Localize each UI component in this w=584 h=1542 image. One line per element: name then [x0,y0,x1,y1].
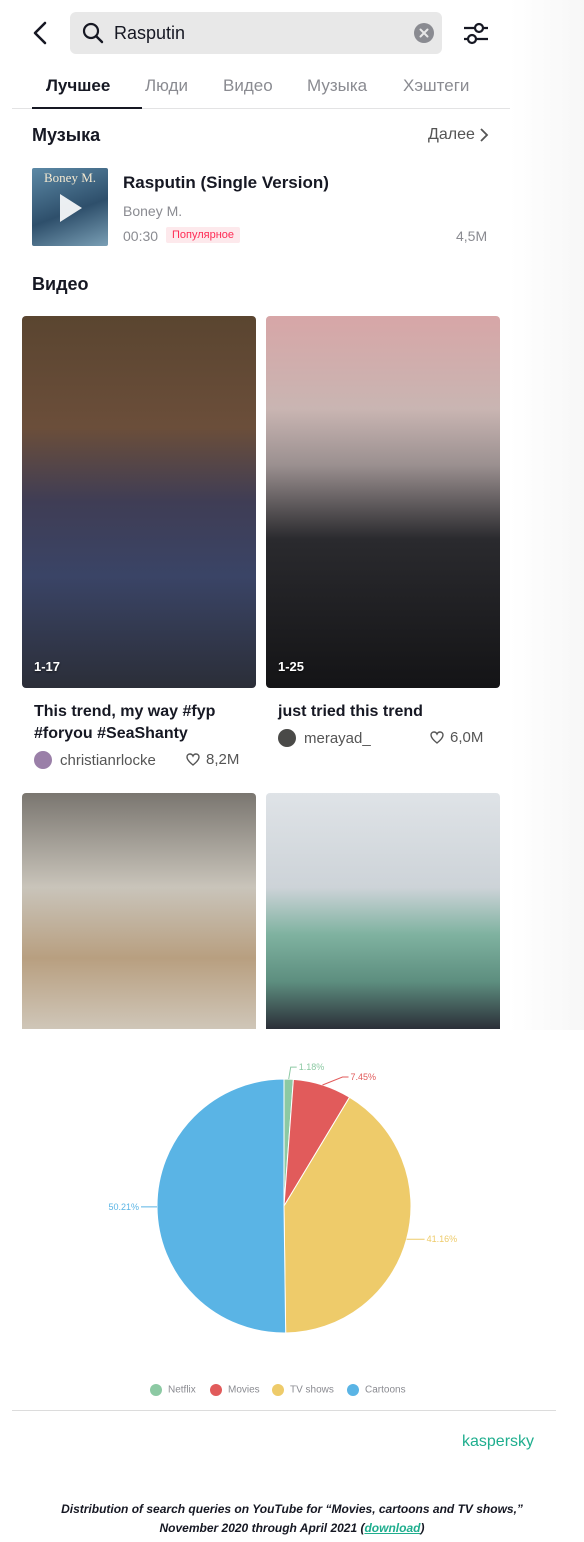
play-icon [60,194,82,222]
video-duration: 1-25 [278,659,305,674]
pie-slice-cartoons [156,1078,287,1334]
legend-label: Cartoons [365,1384,406,1396]
chevron-right-icon [480,128,489,142]
kaspersky-logo: kaspersky [462,1433,535,1450]
leader-line [288,1066,297,1080]
caption-line-1: Distribution of search queries on YouTub… [61,1502,523,1516]
likes-count: 8,2M [206,751,240,768]
data-label: 7.45% [351,1072,377,1082]
search-input[interactable]: Rasputin [114,12,185,54]
song-artist: Boney M. [123,203,183,219]
divider [12,1410,556,1411]
legend-dot [210,1384,222,1396]
screenshot-edge [510,0,584,1030]
chart-legend: Netflix Movies TV shows Cartoons [0,1384,584,1400]
active-tab-indicator [32,107,142,109]
tab-people[interactable]: Люди [145,76,188,96]
heart-icon [186,753,200,766]
video-thumbnail-1[interactable]: 1-17 [22,316,256,688]
close-icon [419,28,429,38]
tab-videos[interactable]: Видео [223,76,273,96]
album-cover-text: Boney M. [44,170,96,185]
avatar[interactable] [34,751,52,769]
legend-dot [347,1384,359,1396]
leader-line [322,1076,349,1086]
clear-search-button[interactable] [414,23,434,43]
avatar[interactable] [278,729,296,747]
video-caption-1-line-2[interactable]: #foryou #SeaShanty [34,723,188,745]
video-likes-1: 8,2M [186,751,239,768]
song-title[interactable]: Rasputin (Single Version) [123,173,329,193]
search-icon [82,22,104,44]
sliders-icon [464,22,488,45]
pie-chart: 1.18% 7.45% 41.16% 50.21% [108,1062,458,1334]
video-author[interactable]: merayad_ [304,730,371,747]
filter-button[interactable] [462,18,490,48]
data-label: 41.16% [427,1234,458,1244]
video-thumbnail-4[interactable] [266,793,500,1029]
caption-line-2-prefix: November 2020 through April 2021 ( [159,1521,365,1535]
video-caption-2[interactable]: just tried this trend [278,701,423,723]
legend-item-movies: Movies [210,1384,260,1396]
chevron-left-icon [33,21,47,45]
music-more-link[interactable]: Далее [428,126,490,144]
music-section-title: Музыка [32,125,101,145]
song-plays: 4,5M [456,228,488,244]
tab-music[interactable]: Музыка [307,76,367,96]
legend-label: TV shows [290,1384,334,1396]
song-duration: 00:30 [123,228,159,244]
popular-badge: Популярное [166,227,241,243]
heart-icon [430,731,444,744]
video-author-row-1: christianrlocke [34,751,156,769]
legend-dot [272,1384,284,1396]
legend-label: Netflix [168,1384,196,1396]
more-label: Далее [428,126,475,143]
legend-item-cartoons: Cartoons [347,1384,406,1396]
search-tabs: Лучшее Люди Видео Музыка Хэштеги [12,64,510,109]
figure-caption: Distribution of search queries on YouTub… [40,1500,544,1538]
video-thumbnail-3[interactable] [22,793,256,1029]
back-button[interactable] [28,18,56,48]
legend-item-netflix: Netflix [150,1384,196,1396]
tab-best[interactable]: Лучшее [46,76,110,96]
tab-hashtags[interactable]: Хэштеги [403,76,469,96]
legend-item-tv-shows: TV shows [272,1384,334,1396]
legend-label: Movies [228,1384,260,1396]
data-label: 50.21% [108,1202,139,1212]
likes-count: 6,0M [450,729,484,746]
caption-line-2-suffix: ) [420,1521,425,1535]
caption-line-2: November 2020 through April 2021 (downlo… [40,1519,544,1538]
video-duration: 1-17 [34,659,61,674]
video-author-row-2: merayad_ [278,729,371,747]
video-caption-1-line-1[interactable]: This trend, my way #fyp [34,701,215,723]
album-cover[interactable]: Boney M. [32,168,108,246]
video-likes-2: 6,0M [430,729,483,746]
video-thumbnail-2[interactable]: 1-25 [266,316,500,688]
search-bar[interactable]: Rasputin [70,12,442,54]
data-label: 1.18% [299,1062,325,1072]
videos-section-title: Видео [32,274,89,294]
legend-dot [150,1384,162,1396]
video-author[interactable]: christianrlocke [60,752,156,769]
download-link[interactable]: download [364,1521,420,1535]
